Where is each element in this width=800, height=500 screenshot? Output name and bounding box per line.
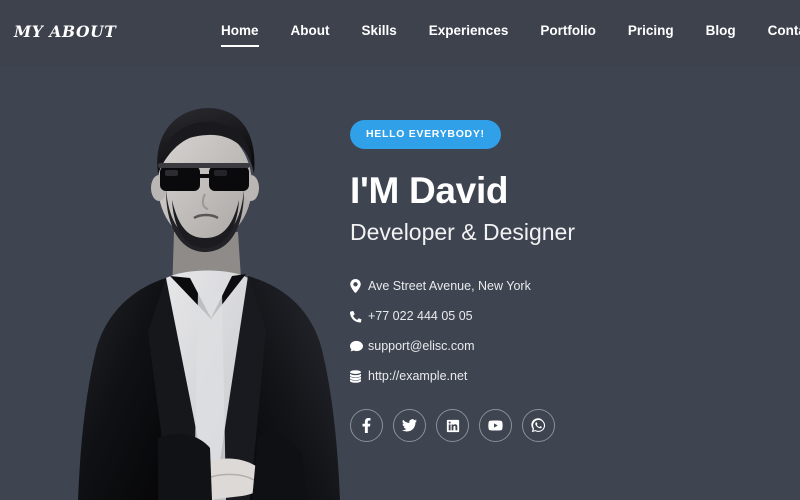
contact-list: Ave Street Avenue, New York +77 022 444 0… xyxy=(350,271,780,391)
main-navigation: Home About Skills Experiences Portfolio Prici… xyxy=(205,22,800,47)
hero-content: HELLO EVERYBODY! I'M David Developer & D… xyxy=(350,120,780,442)
social-link-whatsapp[interactable] xyxy=(522,409,555,442)
nav-item-pricing[interactable]: Pricing xyxy=(612,22,690,40)
social-links xyxy=(350,409,780,442)
nav-item-skills[interactable]: Skills xyxy=(346,22,413,40)
youtube-icon xyxy=(488,418,503,433)
nav-item-contact[interactable]: Contact xyxy=(752,22,800,40)
contact-text: http://example.net xyxy=(368,369,468,383)
nav-item-experiences[interactable]: Experiences xyxy=(413,22,525,40)
nav-item-about[interactable]: About xyxy=(275,22,346,40)
contact-row[interactable]: Ave Street Avenue, New York xyxy=(350,271,780,301)
contact-text: +77 022 444 05 05 xyxy=(368,309,473,323)
database-icon xyxy=(350,369,368,383)
contact-row[interactable]: http://example.net xyxy=(350,361,780,391)
social-link-twitter[interactable] xyxy=(393,409,426,442)
hero-subtitle: Developer & Designer xyxy=(350,219,576,245)
contact-text: support@elisc.com xyxy=(368,339,475,353)
twitter-icon xyxy=(402,418,417,433)
phone-icon xyxy=(350,310,368,323)
facebook-icon xyxy=(359,418,374,433)
comment-icon xyxy=(350,340,368,353)
contact-row[interactable]: +77 022 444 05 05 xyxy=(350,301,780,331)
nav-item-blog[interactable]: Blog xyxy=(690,22,752,40)
nav-item-portfolio[interactable]: Portfolio xyxy=(524,22,612,40)
hero-portrait-photo xyxy=(62,82,347,500)
contact-row[interactable]: support@elisc.com xyxy=(350,331,780,361)
social-link-youtube[interactable] xyxy=(479,409,512,442)
map-pin-icon xyxy=(350,279,368,293)
whatsapp-icon xyxy=(531,418,546,433)
page-title: I'M David xyxy=(350,170,509,211)
nav-item-home[interactable]: Home xyxy=(205,22,275,47)
social-link-linkedin[interactable] xyxy=(436,409,469,442)
site-header: MY ABOUT Home About Skills Experiences Portf… xyxy=(0,0,800,66)
hello-badge: HELLO EVERYBODY! xyxy=(350,120,501,149)
contact-text: Ave Street Avenue, New York xyxy=(368,279,531,293)
brand-logo[interactable]: MY ABOUT xyxy=(14,22,116,41)
linkedin-icon xyxy=(446,419,460,433)
social-link-facebook[interactable] xyxy=(350,409,383,442)
